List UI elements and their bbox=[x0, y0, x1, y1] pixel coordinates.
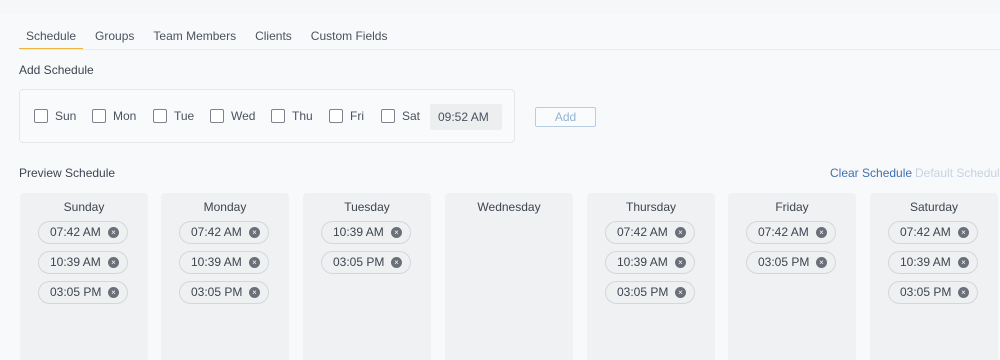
checkbox[interactable] bbox=[210, 109, 224, 123]
checkbox[interactable] bbox=[153, 109, 167, 123]
day-checkbox-tue[interactable]: Tue bbox=[153, 109, 194, 123]
time-slot-label: 03:05 PM bbox=[617, 285, 669, 299]
time-slot-label: 07:42 AM bbox=[758, 225, 809, 239]
time-slot-label: 10:39 AM bbox=[191, 255, 242, 269]
day-checkbox-label: Wed bbox=[231, 109, 256, 123]
time-slot-chip: 07:42 AM × bbox=[38, 221, 128, 244]
day-column-title: Wednesday bbox=[477, 200, 541, 214]
remove-icon[interactable]: × bbox=[391, 227, 402, 238]
day-column-title: Sunday bbox=[63, 200, 105, 214]
remove-icon[interactable]: × bbox=[958, 287, 969, 298]
time-slot-chip: 03:05 PM × bbox=[888, 281, 978, 304]
tab-schedule[interactable]: Schedule bbox=[19, 14, 84, 50]
day-checkbox-label: Sun bbox=[55, 109, 77, 123]
remove-icon[interactable]: × bbox=[675, 287, 686, 298]
remove-icon[interactable]: × bbox=[249, 227, 260, 238]
time-slot-label: 07:42 AM bbox=[50, 225, 101, 239]
time-slot-label: 07:42 AM bbox=[617, 225, 668, 239]
day-checkbox-sun[interactable]: Sun bbox=[34, 109, 76, 123]
time-slot-chip: 10:39 AM × bbox=[605, 251, 695, 274]
day-checkbox-label: Sat bbox=[402, 109, 421, 123]
tab-team-members[interactable]: Team Members bbox=[146, 14, 243, 50]
tabs-divider bbox=[19, 49, 1000, 50]
remove-icon[interactable]: × bbox=[958, 257, 969, 268]
time-slot-chip: 07:42 AM × bbox=[179, 221, 269, 244]
checkbox[interactable] bbox=[34, 109, 48, 123]
remove-icon[interactable]: × bbox=[108, 227, 119, 238]
time-slot-chip: 07:42 AM × bbox=[888, 221, 978, 244]
remove-icon[interactable]: × bbox=[108, 257, 119, 268]
clear-schedule-link[interactable]: Clear Schedule bbox=[830, 166, 912, 180]
time-slot-label: 10:39 AM bbox=[900, 255, 951, 269]
day-checkbox-sat[interactable]: Sat bbox=[381, 109, 420, 123]
time-slot-chip: 07:42 AM × bbox=[605, 221, 695, 244]
time-slot-label: 10:39 AM bbox=[617, 255, 668, 269]
default-schedule-link[interactable]: Default Schedule bbox=[915, 166, 1000, 180]
remove-icon[interactable]: × bbox=[249, 257, 260, 268]
day-column-thursday: Thursday 07:42 AM × 10:39 AM × 03:05 PM × bbox=[587, 193, 715, 360]
tab-bar: Schedule Groups Team Members Clients Cus… bbox=[19, 14, 399, 50]
day-checkbox-label: Thu bbox=[292, 109, 313, 123]
time-slot-label: 03:05 PM bbox=[900, 285, 952, 299]
time-slot-label: 03:05 PM bbox=[191, 285, 243, 299]
time-input[interactable]: 09:52 AM bbox=[430, 104, 502, 130]
time-slot-chip: 03:05 PM × bbox=[605, 281, 695, 304]
remove-icon[interactable]: × bbox=[816, 257, 827, 268]
tab-clients[interactable]: Clients bbox=[248, 14, 299, 50]
checkbox[interactable] bbox=[381, 109, 395, 123]
day-column-tuesday: Tuesday 10:39 AM × 03:05 PM × bbox=[303, 193, 431, 360]
checkbox[interactable] bbox=[329, 109, 343, 123]
remove-icon[interactable]: × bbox=[816, 227, 827, 238]
day-column-monday: Monday 07:42 AM × 10:39 AM × 03:05 PM × bbox=[161, 193, 289, 360]
time-slot-chip: 03:05 PM × bbox=[38, 281, 128, 304]
day-column-friday: Friday 07:42 AM × 03:05 PM × bbox=[728, 193, 856, 360]
day-checkbox-label: Fri bbox=[350, 109, 364, 123]
day-checkbox-label: Tue bbox=[174, 109, 195, 123]
time-slot-chip: 10:39 AM × bbox=[321, 221, 411, 244]
remove-icon[interactable]: × bbox=[675, 257, 686, 268]
day-column-sunday: Sunday 07:42 AM × 10:39 AM × 03:05 PM × bbox=[20, 193, 148, 360]
time-slot-chip: 07:42 AM × bbox=[746, 221, 836, 244]
time-slot-chip: 03:05 PM × bbox=[746, 251, 836, 274]
time-slot-chip: 03:05 PM × bbox=[179, 281, 269, 304]
day-checkbox-wed[interactable]: Wed bbox=[210, 109, 255, 123]
remove-icon[interactable]: × bbox=[249, 287, 260, 298]
tab-groups[interactable]: Groups bbox=[88, 14, 141, 50]
day-checkbox-mon[interactable]: Mon bbox=[92, 109, 136, 123]
preview-schedule-title: Preview Schedule bbox=[19, 166, 116, 180]
day-column-title: Monday bbox=[203, 200, 247, 214]
add-button[interactable]: Add bbox=[535, 107, 596, 127]
time-slot-chip: 10:39 AM × bbox=[38, 251, 128, 274]
day-column-saturday: Saturday 07:42 AM × 10:39 AM × 03:05 PM × bbox=[870, 193, 998, 360]
day-column-title: Thursday bbox=[625, 200, 677, 214]
day-column-title: Saturday bbox=[909, 200, 959, 214]
time-slot-label: 03:05 PM bbox=[333, 255, 385, 269]
checkbox[interactable] bbox=[271, 109, 285, 123]
tab-custom-fields[interactable]: Custom Fields bbox=[304, 14, 395, 50]
remove-icon[interactable]: × bbox=[675, 227, 686, 238]
time-slot-label: 10:39 AM bbox=[333, 225, 384, 239]
add-schedule-box: Sun Mon Tue Wed Thu Fri Sat 09:52 AM bbox=[19, 89, 515, 143]
day-column-title: Tuesday bbox=[344, 200, 390, 214]
day-checkbox-thu[interactable]: Thu bbox=[271, 109, 313, 123]
day-column-wednesday: Wednesday bbox=[445, 193, 573, 360]
time-slot-label: 10:39 AM bbox=[50, 255, 101, 269]
checkbox[interactable] bbox=[92, 109, 106, 123]
time-slot-chip: 10:39 AM × bbox=[179, 251, 269, 274]
time-slot-chip: 03:05 PM × bbox=[321, 251, 411, 274]
time-slot-label: 03:05 PM bbox=[50, 285, 102, 299]
time-slot-chip: 10:39 AM × bbox=[888, 251, 978, 274]
time-slot-label: 07:42 AM bbox=[900, 225, 951, 239]
remove-icon[interactable]: × bbox=[391, 257, 402, 268]
day-column-title: Friday bbox=[775, 200, 809, 214]
remove-icon[interactable]: × bbox=[108, 287, 119, 298]
time-slot-label: 03:05 PM bbox=[758, 255, 810, 269]
day-checkbox-fri[interactable]: Fri bbox=[329, 109, 364, 123]
time-slot-label: 07:42 AM bbox=[191, 225, 242, 239]
add-schedule-title: Add Schedule bbox=[19, 63, 94, 77]
remove-icon[interactable]: × bbox=[958, 227, 969, 238]
day-checkbox-label: Mon bbox=[113, 109, 137, 123]
